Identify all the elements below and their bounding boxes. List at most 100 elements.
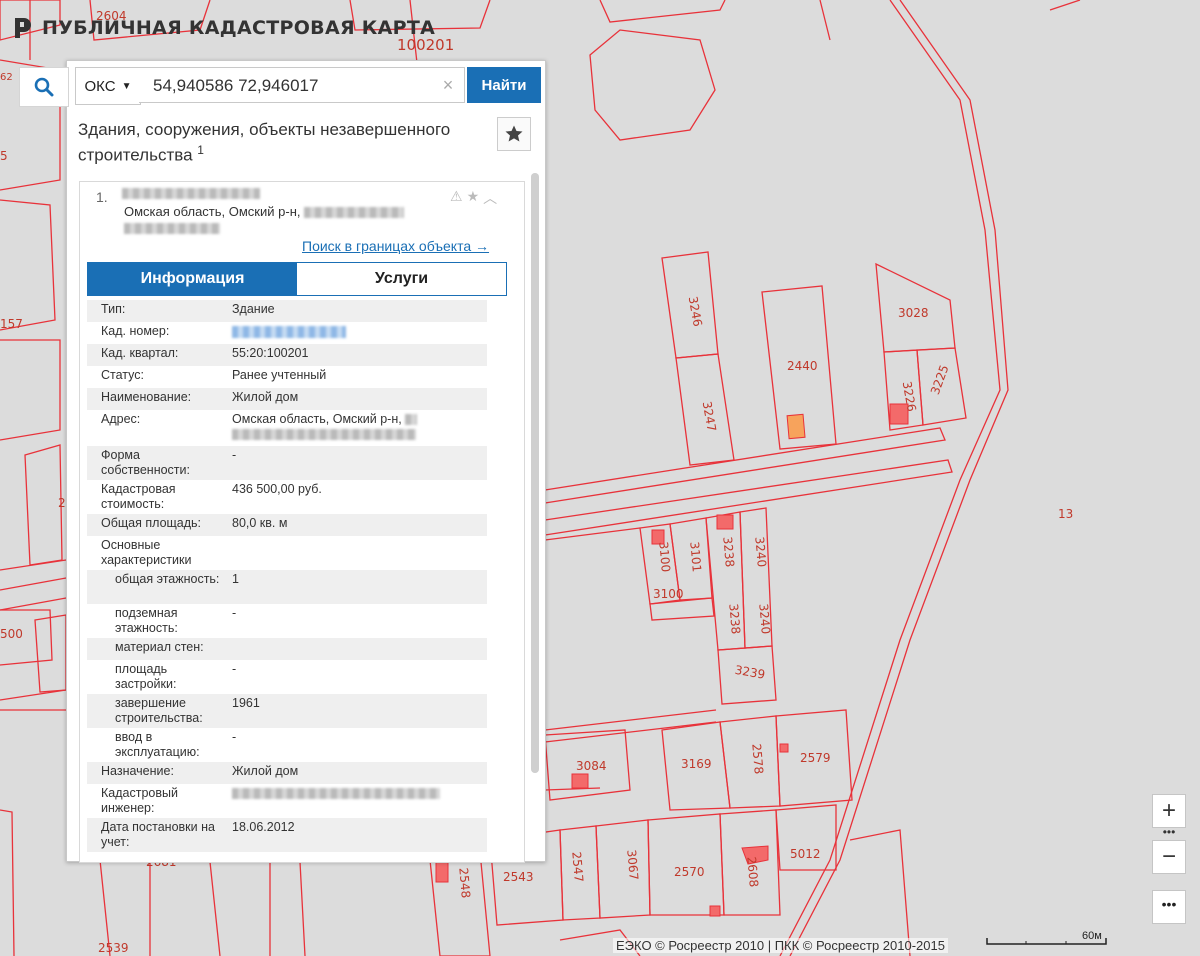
plot-label: 2548 bbox=[456, 867, 473, 899]
app-title: ПУБЛИЧНАЯ КАДАСТРОВАЯ КАРТА bbox=[42, 17, 436, 39]
info-key: Наименование: bbox=[101, 390, 192, 404]
result-address-text: Омская область, Омский р-н, bbox=[124, 204, 301, 219]
info-key: Форма собственности: bbox=[101, 448, 190, 477]
info-value: 1 bbox=[232, 572, 239, 586]
favorite-button[interactable] bbox=[497, 117, 531, 151]
caret-down-icon: ▼ bbox=[121, 80, 132, 92]
plot-label: 500 bbox=[0, 627, 23, 641]
info-value bbox=[232, 538, 487, 568]
info-key: Назначение: bbox=[101, 764, 174, 778]
plot-label: 3100 bbox=[653, 587, 684, 601]
search-input[interactable]: 54,940586 72,946017 bbox=[139, 67, 465, 103]
redacted-address bbox=[232, 429, 416, 441]
info-value: - bbox=[232, 662, 237, 676]
result-number: 1. bbox=[96, 189, 108, 205]
cad-quarter-link[interactable]: 55:20:100201 bbox=[232, 346, 487, 364]
info-row: Кад. номер: bbox=[87, 322, 487, 344]
info-table: Тип: Здание Кад. номер: Кад. квартал: 55:2… bbox=[87, 300, 487, 852]
card-icons: ⚠ ★ ︿ bbox=[450, 188, 497, 208]
info-value: - bbox=[232, 730, 237, 744]
plot-label: 3240 bbox=[756, 603, 773, 635]
info-value: 1961 bbox=[232, 696, 260, 710]
plot-label: 5012 bbox=[790, 847, 821, 861]
plot-label: 2543 bbox=[503, 870, 534, 884]
info-row: материал стен: bbox=[87, 638, 487, 660]
zoom-out-button[interactable]: − bbox=[1152, 840, 1186, 874]
map-attribution: ЕЭКО © Росреестр 2010 | ПКК © Росреестр … bbox=[613, 938, 948, 953]
info-key: Кадастровая стоимость: bbox=[101, 482, 176, 511]
plot-label: 2570 bbox=[674, 865, 705, 879]
zoom-in-button[interactable]: + bbox=[1152, 794, 1186, 828]
plot-label: 3028 bbox=[898, 306, 929, 320]
tab-info[interactable]: Информация bbox=[88, 263, 297, 295]
info-row: Назначение: Жилой дом bbox=[87, 762, 487, 784]
plot-label: 13 bbox=[1058, 507, 1073, 521]
plot-label: 157 bbox=[0, 317, 23, 331]
search-icon bbox=[34, 77, 54, 97]
scale-label: 60м bbox=[1082, 930, 1102, 942]
info-row: площадь застройки: - bbox=[87, 660, 487, 694]
brand[interactable]: ПУБЛИЧНАЯ КАДАСТРОВАЯ КАРТА bbox=[12, 16, 435, 40]
search-query: 54,940586 72,946017 bbox=[153, 76, 319, 95]
star-icon bbox=[505, 125, 523, 142]
plot-label: 62 bbox=[0, 72, 13, 83]
address-text: Омская область, Омский р-н, bbox=[232, 412, 402, 426]
info-key: Основные характеристики bbox=[101, 538, 192, 567]
info-row: завершение строительства: 1961 bbox=[87, 694, 487, 728]
zoom-control: + ••• − bbox=[1152, 794, 1186, 874]
info-key: Кад. квартал: bbox=[101, 346, 179, 360]
plot-label: 2608 bbox=[744, 856, 761, 888]
info-row: Кадастровая стоимость: 436 500,00 руб. bbox=[87, 480, 487, 514]
star-icon[interactable]: ★ bbox=[467, 188, 480, 208]
object-type-label: ОКС bbox=[84, 77, 116, 95]
info-value: - bbox=[232, 606, 237, 620]
plot-label: 2 bbox=[58, 496, 66, 510]
tab-services[interactable]: Услуги bbox=[297, 263, 506, 295]
info-value: 436 500,00 руб. bbox=[232, 482, 322, 496]
logo-icon bbox=[15, 18, 31, 38]
panel-scrollbar[interactable] bbox=[531, 173, 539, 773]
plus-icon: + bbox=[1161, 797, 1176, 824]
more-tools-button[interactable]: ••• bbox=[1152, 890, 1186, 924]
search-in-bounds-link[interactable]: Поиск в границах объекта → bbox=[302, 238, 489, 254]
redacted-cad-number bbox=[232, 324, 487, 342]
zoom-dots-icon: ••• bbox=[1162, 825, 1176, 839]
info-key: Кадастровый инженер: bbox=[101, 786, 178, 815]
plot-label: 3084 bbox=[576, 759, 607, 773]
info-value: Жилой дом bbox=[232, 390, 299, 404]
info-key: общая этажность: bbox=[115, 572, 220, 586]
info-value: 80,0 кв. м bbox=[232, 516, 288, 530]
chevron-up-icon[interactable]: ︿ bbox=[483, 188, 497, 208]
plot-label: 3101 bbox=[687, 541, 704, 573]
plot-label: 2579 bbox=[800, 751, 831, 765]
plot-label: 2547 bbox=[569, 851, 586, 883]
scrollbar-thumb[interactable] bbox=[531, 173, 539, 773]
redacted-address bbox=[304, 207, 405, 219]
search-button[interactable] bbox=[19, 67, 69, 107]
info-key: Общая площадь: bbox=[101, 516, 202, 530]
info-row: Общая площадь: 80,0 кв. м bbox=[87, 514, 487, 536]
redacted-address bbox=[124, 223, 220, 235]
info-row: Статус: Ранее учтенный bbox=[87, 366, 487, 388]
info-value: Жилой дом bbox=[232, 764, 299, 778]
info-key: подземная этажность: bbox=[115, 606, 178, 635]
info-panel: ОКС ▼ 54,940586 72,946017 × Найти Здания… bbox=[19, 60, 546, 863]
clear-icon[interactable]: × bbox=[439, 76, 457, 94]
info-row: подземная этажность: - bbox=[87, 604, 487, 638]
plot-label: 2539 bbox=[98, 941, 129, 955]
plot-label: 3240 bbox=[752, 536, 769, 568]
info-key: Статус: bbox=[101, 368, 144, 382]
info-key: завершение строительства: bbox=[115, 696, 203, 725]
find-button[interactable]: Найти bbox=[467, 67, 541, 103]
info-row: Основные характеристики bbox=[87, 536, 487, 570]
info-key: площадь застройки: bbox=[115, 662, 177, 691]
plot-label: 3238 bbox=[720, 536, 737, 568]
redacted-engineer bbox=[232, 786, 487, 816]
panel-heading-count: 1 bbox=[197, 143, 204, 157]
plot-label: 3067 bbox=[624, 849, 641, 881]
warning-icon[interactable]: ⚠ bbox=[450, 188, 463, 208]
info-key: ввод в эксплуатацию: bbox=[115, 730, 200, 759]
info-key: Дата постановки на учет: bbox=[101, 820, 215, 849]
minus-icon: − bbox=[1161, 843, 1176, 870]
object-type-select[interactable]: ОКС ▼ bbox=[75, 67, 141, 105]
